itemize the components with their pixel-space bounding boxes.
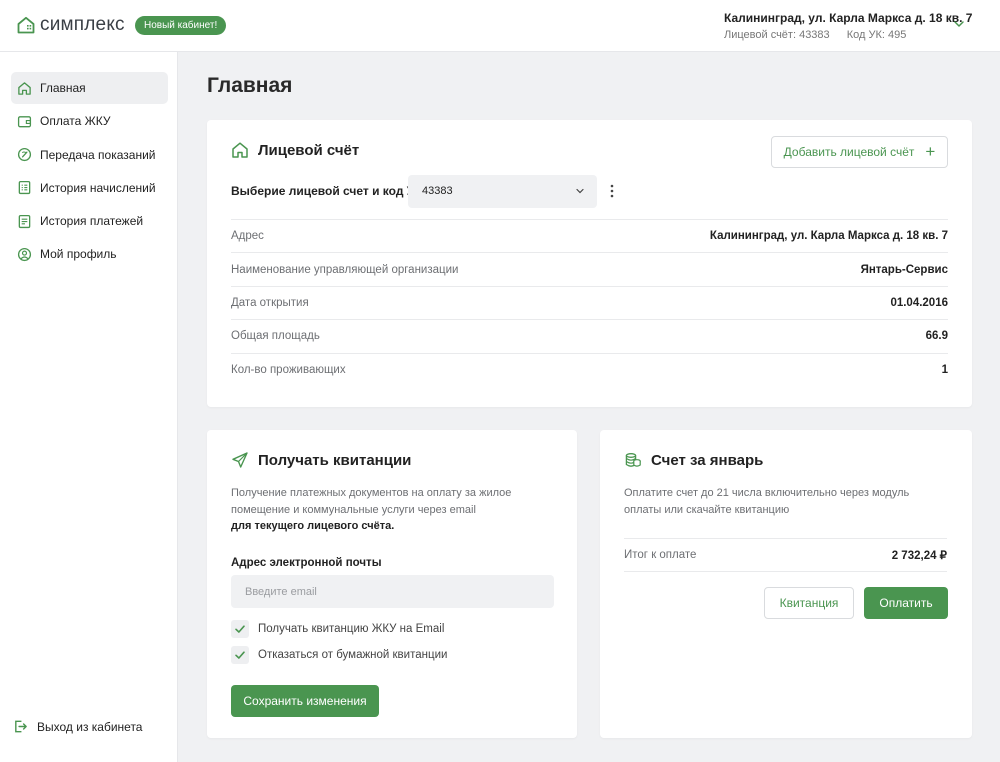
sidebar-item-profile[interactable]: Мой профиль <box>11 238 168 270</box>
detail-value: 01.04.2016 <box>890 296 948 309</box>
detail-row-address: Адрес Калининград, ул. Карла Маркса д. 1… <box>231 219 948 252</box>
sidebar-item-charges[interactable]: История начислений <box>11 172 168 204</box>
receipt-button[interactable]: Квитанция <box>764 587 854 619</box>
account-select-value: 43383 <box>422 185 453 197</box>
account-address: Калининград, ул. Карла Маркса д. 18 кв. … <box>724 11 973 25</box>
wallet-icon <box>17 115 32 128</box>
detail-key: Общая площадь <box>231 330 320 343</box>
account-card-title: Лицевой счёт <box>231 141 359 159</box>
receipt-icon <box>18 214 31 228</box>
detail-key: Наименование управляющей организации <box>231 263 459 276</box>
account-select[interactable]: 43383 <box>408 175 597 208</box>
logo[interactable]: симплекс <box>17 14 125 36</box>
receipts-card: Получать квитанции Получение платежных д… <box>207 430 577 738</box>
receipts-description: Получение платежных документов на оплату… <box>231 485 551 535</box>
sidebar-item-label: История начислений <box>40 180 156 195</box>
account-switcher[interactable]: Калининград, ул. Карла Маркса д. 18 кв. … <box>724 11 972 41</box>
logo-icon <box>17 16 35 34</box>
save-button[interactable]: Сохранить изменения <box>231 685 379 717</box>
sidebar-item-meters[interactable]: Передача показаний <box>11 139 168 171</box>
account-details: Адрес Калининград, ул. Карла Маркса д. 1… <box>231 219 948 386</box>
logout-icon <box>15 720 27 733</box>
receipts-description-bold: для текущего лицевого счёта. <box>231 520 395 532</box>
sidebar-item-label: История платежей <box>40 214 144 229</box>
logout-label: Выход из кабинета <box>37 719 143 734</box>
detail-key: Адрес <box>231 230 264 243</box>
sidebar-item-label: Передача показаний <box>40 147 156 162</box>
add-account-button[interactable]: Добавить лицевой счёт + <box>771 136 948 168</box>
sidebar-item-label: Главная <box>40 81 86 95</box>
user-icon <box>17 247 32 262</box>
logo-text: симплекс <box>40 14 125 35</box>
total-row: Итог к оплате 2 732,24 ₽ <box>624 538 947 572</box>
account-meta: Лицевой счёт: 43383 Код УК: 495 <box>724 29 972 41</box>
new-cabinet-badge: Новый кабинет! <box>135 16 227 35</box>
sidebar-item-label: Оплата ЖКУ <box>40 114 111 129</box>
total-value: 2 732,24 ₽ <box>891 550 947 562</box>
chevron-down-icon[interactable] <box>953 18 965 30</box>
checkbox-paperless[interactable]: Отказаться от бумажной квитанции <box>231 646 447 664</box>
checkmark-icon <box>235 625 245 633</box>
total-label: Итог к оплате <box>624 549 697 561</box>
detail-row-residents: Кол-во проживающих 1 <box>231 352 948 386</box>
sidebar-item-label: Мой профиль <box>40 247 117 262</box>
checkmark-icon <box>235 651 245 659</box>
account-number: Лицевой счёт: 43383 <box>724 29 830 41</box>
bill-card: Счет за январь Оплатите счет до 21 числа… <box>600 430 972 738</box>
account-card: Лицевой счёт Добавить лицевой счёт + Выб… <box>207 120 972 407</box>
home-icon <box>232 142 248 158</box>
plus-icon: + <box>925 142 936 161</box>
sidebar-nav: Главная Оплата ЖКУ Передача показаний Ис… <box>11 72 168 272</box>
bill-description: Оплатите счет до 21 числа включительно ч… <box>624 487 910 516</box>
checkbox-label: Получать квитанцию ЖКУ на Email <box>258 623 445 635</box>
sidebar-item-payment[interactable]: Оплата ЖКУ <box>11 105 168 137</box>
pay-button[interactable]: Оплатить <box>864 587 948 619</box>
detail-row-open-date: Дата открытия 01.04.2016 <box>231 285 948 319</box>
account-select-label: Выберие лицевой счет и код УК <box>231 184 422 198</box>
home-icon <box>18 81 31 95</box>
checkbox-email-receipt[interactable]: Получать квитанцию ЖКУ на Email <box>231 620 444 638</box>
uk-code: Код УК: 495 <box>846 29 907 41</box>
checkbox-label: Отказаться от бумажной квитанции <box>258 649 448 661</box>
chevron-down-icon <box>576 188 584 194</box>
card-title-text: Счет за январь <box>651 451 764 469</box>
send-icon <box>232 452 248 468</box>
more-options-icon[interactable] <box>608 183 616 199</box>
detail-value: Калининград, ул. Карла Маркса д. 18 кв. … <box>709 230 948 243</box>
detail-row-organization: Наименование управляющей организации Янт… <box>231 252 948 285</box>
detail-key: Дата открытия <box>231 296 309 309</box>
detail-row-area: Общая площадь 66.9 <box>231 319 948 352</box>
detail-value: 1 <box>941 363 948 376</box>
email-label: Адрес электронной почты <box>231 557 382 569</box>
bill-card-title: Счет за январь <box>624 451 763 469</box>
top-header: симплекс Новый кабинет! Калининград, ул.… <box>0 0 1000 52</box>
checkbox[interactable] <box>231 646 249 664</box>
detail-value: Янтарь-Сервис <box>860 263 948 276</box>
sidebar-item-home[interactable]: Главная <box>11 72 168 104</box>
sidebar: Главная Оплата ЖКУ Передача показаний Ис… <box>0 52 178 762</box>
meter-icon <box>17 148 32 162</box>
email-field[interactable] <box>231 575 554 608</box>
card-title-text: Получать квитанции <box>258 451 412 469</box>
add-account-label: Добавить лицевой счёт <box>783 145 915 159</box>
document-icon <box>18 181 31 195</box>
coins-icon <box>625 453 641 467</box>
card-title-text: Лицевой счёт <box>258 141 360 159</box>
logout-link[interactable]: Выход из кабинета <box>13 719 142 734</box>
receipts-card-title: Получать квитанции <box>231 451 411 469</box>
receipts-description-text: Получение платежных документов на оплату… <box>231 487 512 516</box>
sidebar-item-payments-history[interactable]: История платежей <box>11 205 168 237</box>
page-title: Главная <box>207 74 293 97</box>
detail-key: Кол-во проживающих <box>231 363 346 376</box>
detail-value: 66.9 <box>925 330 948 343</box>
checkbox[interactable] <box>231 620 249 638</box>
